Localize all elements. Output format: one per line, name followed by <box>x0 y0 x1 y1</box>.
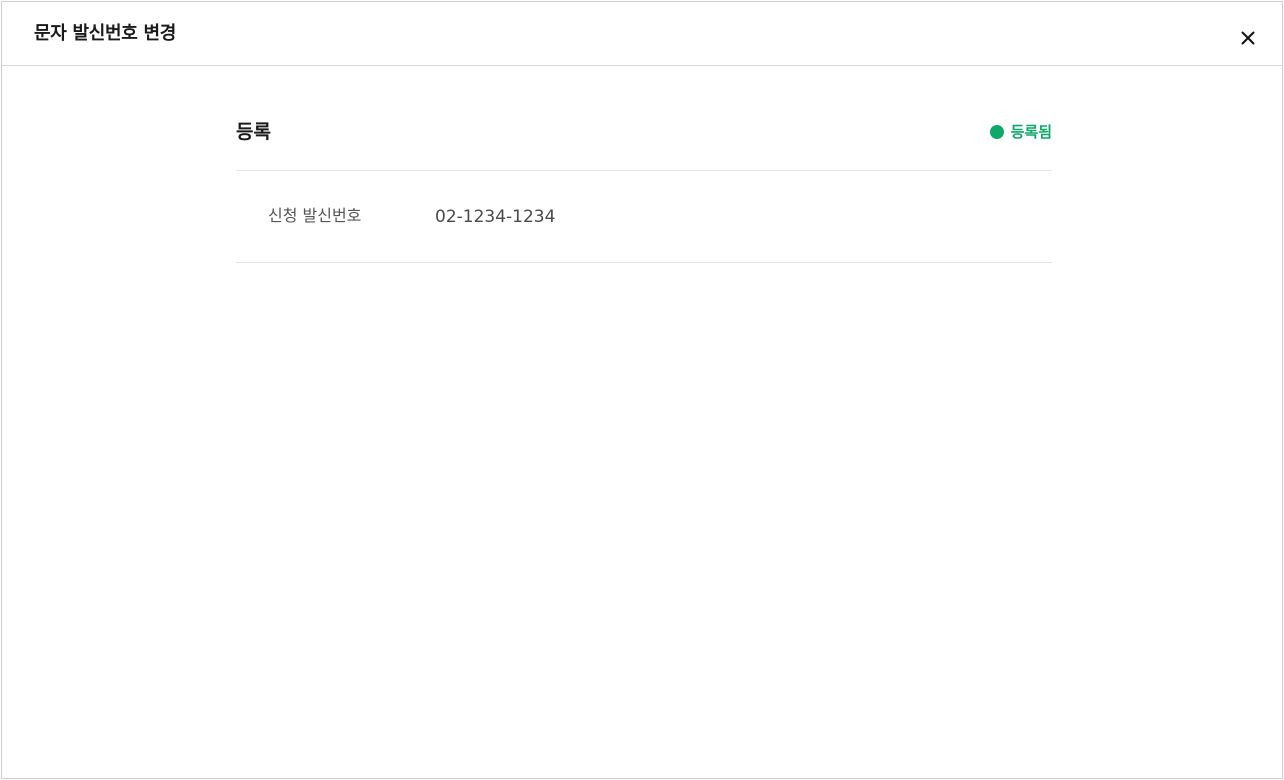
registration-section: 등록 등록됨 신청 발신번호 02-1234-1234 <box>236 102 1052 263</box>
status-label: 등록됨 <box>1010 123 1052 141</box>
section-title: 등록 <box>236 121 271 143</box>
section-header: 등록 등록됨 <box>236 102 1052 171</box>
requested-sender-number-label: 신청 발신번호 <box>268 206 362 225</box>
info-row-sender-number: 신청 발신번호 02-1234-1234 <box>236 171 1052 263</box>
status-badge: 등록됨 <box>989 122 1052 142</box>
close-button[interactable] <box>1234 20 1262 48</box>
dialog-title: 문자 발신번호 변경 <box>34 23 177 44</box>
change-sender-number-dialog: 문자 발신번호 변경 등록 등록됨 신청 발신번호 02-1234-1234 <box>1 1 1283 779</box>
dialog-header: 문자 발신번호 변경 <box>2 2 1282 66</box>
close-icon <box>1241 31 1255 44</box>
status-dot-icon <box>989 125 1004 139</box>
requested-sender-number-value: 02-1234-1234 <box>435 207 556 227</box>
